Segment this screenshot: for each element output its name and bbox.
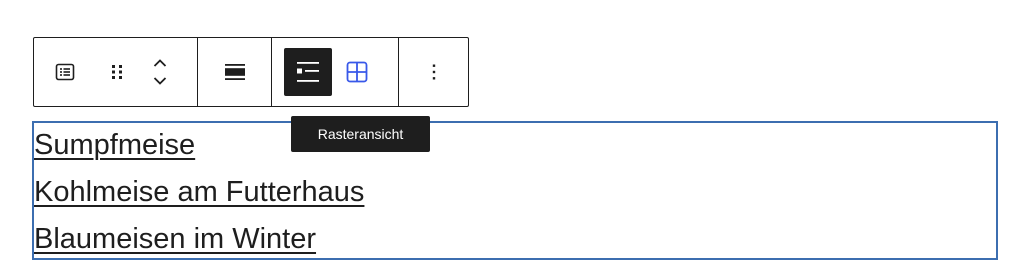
options-group <box>398 38 468 106</box>
post-link[interactable]: Sumpfmeise <box>34 129 195 161</box>
list-view-icon <box>294 58 322 86</box>
view-toggle-group <box>271 38 398 106</box>
drag-handle-button[interactable] <box>96 38 138 106</box>
alignment-group <box>197 38 271 106</box>
block-controls-group <box>34 38 197 106</box>
grid-view-icon <box>344 59 370 85</box>
list-block-icon <box>53 60 77 84</box>
tooltip: Rasteransicht <box>291 116 430 152</box>
move-up-button[interactable] <box>148 50 172 72</box>
move-down-button[interactable] <box>148 72 172 94</box>
post-link[interactable]: Kohlmeise am Futterhaus <box>34 176 364 208</box>
move-buttons <box>138 38 182 106</box>
more-options-button[interactable] <box>399 38 468 106</box>
latest-posts-block[interactable]: Sumpfmeise Kohlmeise am Futterhaus Blaum… <box>32 121 998 260</box>
drag-handle-icon <box>107 60 127 84</box>
align-wide-icon <box>223 60 247 84</box>
post-link[interactable]: Blaumeisen im Winter <box>34 223 316 255</box>
list-item: Blaumeisen im Winter <box>34 216 364 263</box>
align-button[interactable] <box>198 38 271 106</box>
chevron-up-icon <box>148 50 172 72</box>
block-toolbar <box>33 37 469 107</box>
grid-view-button[interactable] <box>332 38 382 106</box>
more-vertical-icon <box>422 60 446 84</box>
chevron-down-icon <box>148 72 172 94</box>
list-view-button[interactable] <box>284 48 332 96</box>
list-item: Kohlmeise am Futterhaus <box>34 169 364 216</box>
block-type-button[interactable] <box>34 38 96 106</box>
